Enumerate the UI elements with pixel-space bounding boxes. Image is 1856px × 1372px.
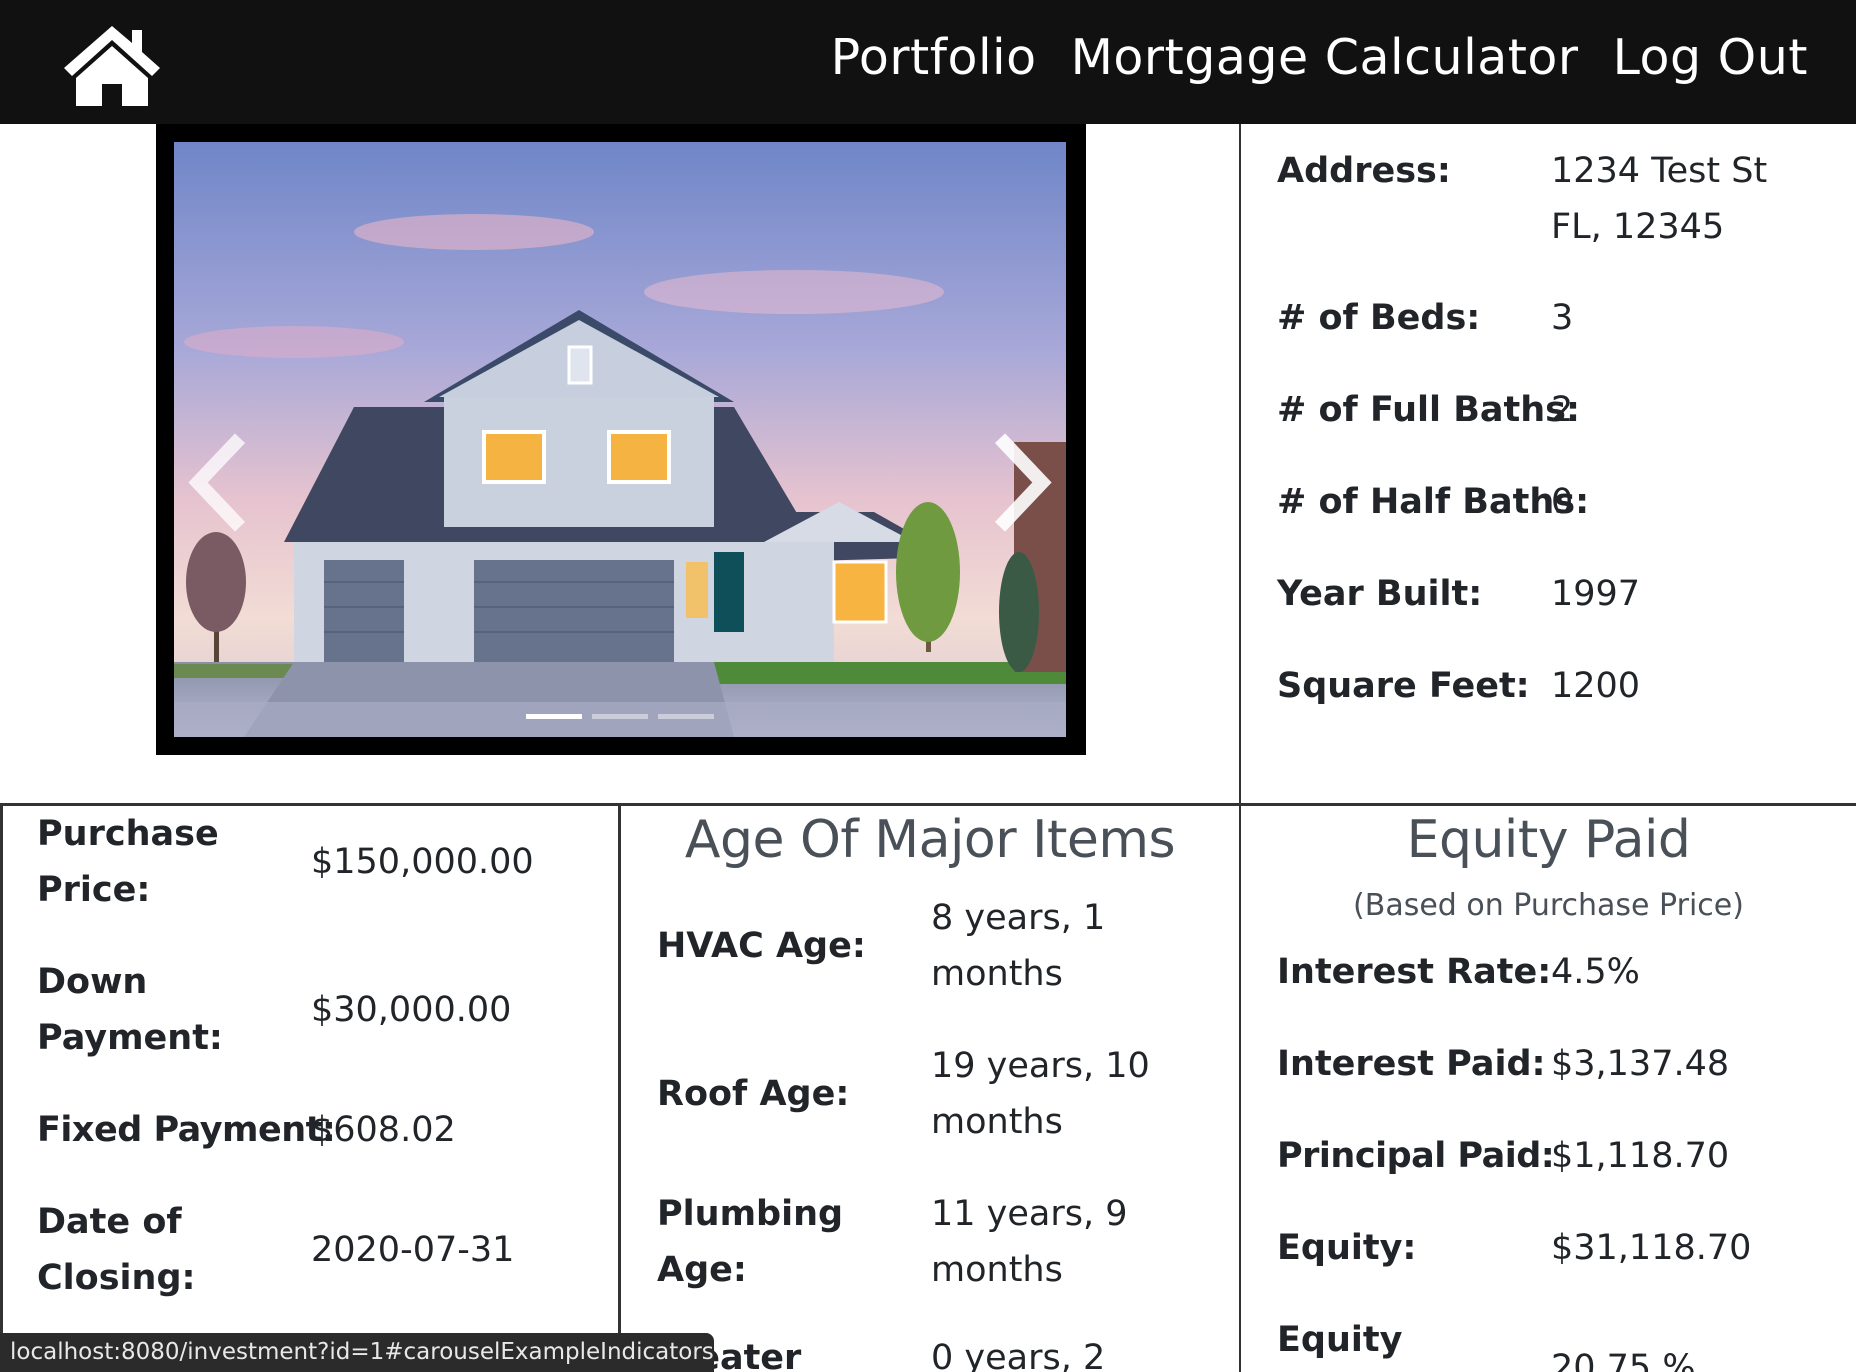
fixed-payment-label: Fixed Payment:: [37, 1110, 336, 1150]
half-baths-label: # of Half Baths:: [1277, 482, 1590, 522]
address-line2: FL, 12345: [1551, 207, 1725, 247]
roof-age-label: Roof Age:: [657, 1074, 850, 1114]
down-payment-label-1: Down: [37, 962, 148, 1002]
equity-percent-value: 20.75 %: [1551, 1348, 1696, 1372]
roof-age-value-2: months: [931, 1102, 1063, 1142]
year-built-value: 1997: [1551, 574, 1641, 614]
carousel-indicators: [174, 714, 1066, 719]
roof-age-value-1: 19 years, 10: [931, 1046, 1150, 1086]
purchase-price-label-2: Price:: [37, 870, 151, 910]
principal-paid-label: Principal Paid:: [1277, 1136, 1555, 1176]
half-baths-value: 0: [1551, 482, 1574, 522]
fixed-payment-value: $608.02: [311, 1110, 456, 1150]
full-baths-label: # of Full Baths:: [1277, 390, 1581, 430]
house-photo: [174, 142, 1066, 737]
plumbing-age-value-2: months: [931, 1250, 1063, 1290]
plumbing-age-label-2: Age:: [657, 1250, 747, 1290]
divider: [0, 803, 3, 1372]
down-payment-value: $30,000.00: [311, 990, 512, 1030]
hvac-age-value-2: months: [931, 954, 1063, 994]
square-feet-label: Square Feet:: [1277, 666, 1530, 706]
year-built-label: Year Built:: [1277, 574, 1483, 614]
purchase-price-value: $150,000.00: [311, 842, 534, 882]
equity-value: $31,118.70: [1551, 1228, 1752, 1268]
interest-paid-value: $3,137.48: [1551, 1044, 1730, 1084]
divider: [618, 803, 621, 1372]
nav-links: Portfolio Mortgage Calculator Log Out: [831, 26, 1808, 90]
address-line1: 1234 Test St: [1551, 151, 1768, 191]
divider: [1239, 124, 1241, 1372]
address-label: Address:: [1277, 151, 1451, 191]
closing-date-value: 2020-07-31: [311, 1230, 515, 1270]
interest-rate-label: Interest Rate:: [1277, 952, 1552, 992]
principal-paid-value: $1,118.70: [1551, 1136, 1730, 1176]
ages-title: Age Of Major Items: [684, 810, 1176, 870]
water-heater-age-value: 0 years, 2: [931, 1338, 1106, 1372]
nav-portfolio-link[interactable]: Portfolio: [831, 26, 1037, 90]
equity-label: Equity:: [1277, 1228, 1417, 1268]
navbar: Portfolio Mortgage Calculator Log Out: [0, 0, 1856, 124]
nav-log-out-link[interactable]: Log Out: [1613, 26, 1808, 90]
interest-paid-label: Interest Paid:: [1277, 1044, 1546, 1084]
plumbing-age-value-1: 11 years, 9: [931, 1194, 1128, 1234]
down-payment-label-2: Payment:: [37, 1018, 223, 1058]
carousel-prev-button[interactable]: [184, 432, 254, 532]
equity-percent-label: Equity: [1277, 1320, 1403, 1360]
hvac-age-value-1: 8 years, 1: [931, 898, 1106, 938]
nav-mortgage-calculator-link[interactable]: Mortgage Calculator: [1071, 26, 1579, 90]
carousel-indicator-3[interactable]: [658, 714, 714, 719]
carousel-indicator-2[interactable]: [592, 714, 648, 719]
square-feet-value: 1200: [1551, 666, 1641, 706]
plumbing-age-label-1: Plumbing: [657, 1194, 844, 1234]
equity-title: Equity Paid: [1406, 810, 1691, 870]
carousel-indicator-1[interactable]: [526, 714, 582, 719]
full-baths-value: 2: [1551, 390, 1574, 430]
status-bar-url: localhost:8080/investment?id=1#carouselE…: [0, 1333, 714, 1372]
equity-subtitle: (Based on Purchase Price): [1353, 888, 1744, 923]
interest-rate-value: 4.5%: [1551, 952, 1640, 992]
hvac-age-label: HVAC Age:: [657, 926, 866, 966]
chevron-right-icon: [994, 432, 1052, 532]
carousel-next-button[interactable]: [986, 432, 1056, 532]
closing-date-label-2: Closing:: [37, 1258, 196, 1298]
beds-value: 3: [1551, 298, 1574, 338]
purchase-price-label-1: Purchase: [37, 814, 219, 854]
property-carousel: [156, 124, 1086, 755]
closing-date-label-1: Date of: [37, 1202, 182, 1242]
home-icon[interactable]: [60, 22, 164, 106]
beds-label: # of Beds:: [1277, 298, 1481, 338]
chevron-left-icon: [188, 432, 246, 532]
